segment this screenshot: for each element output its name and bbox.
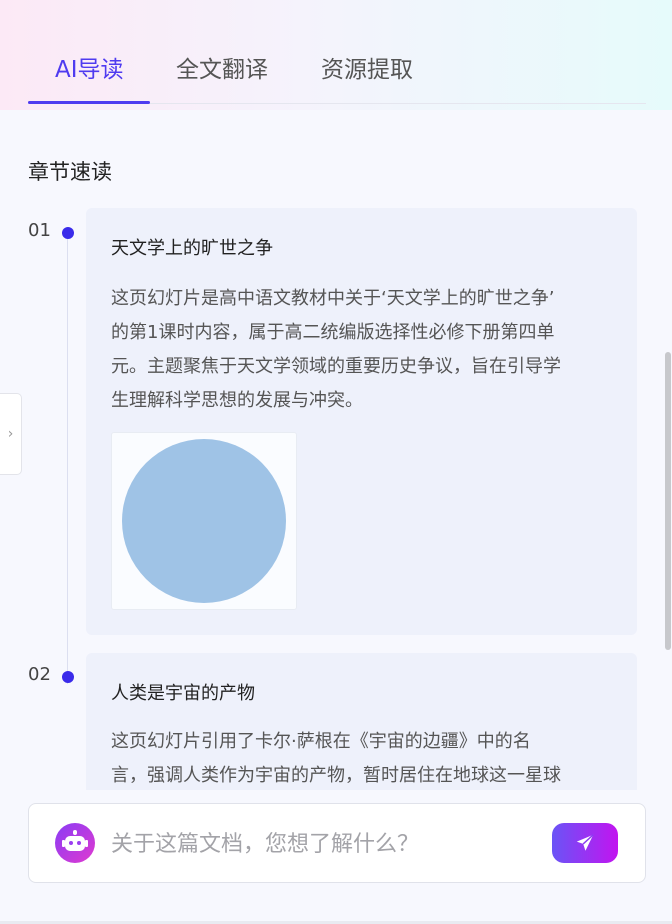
summary-line: 生理解科学思想的发展与冲突。 — [111, 390, 363, 411]
slide-thumbnail[interactable] — [111, 432, 297, 610]
tab-ai-guide[interactable]: AI导读 — [55, 50, 124, 84]
chapter-list[interactable]: 01 天文学上的旷世之争 这页幻灯片是高中语文教材中关于‘天文学上的旷世之争’ … — [0, 200, 660, 790]
chapter-number: 02 — [28, 664, 51, 685]
chat-input[interactable] — [109, 826, 533, 862]
tab-full-translation[interactable]: 全文翻译 — [176, 50, 268, 84]
summary-line: 这页幻灯片是高中语文教材中关于‘天文学上的旷世之争’ — [111, 288, 555, 309]
chevron-right-icon: › — [7, 426, 14, 442]
paper-plane-icon — [576, 834, 594, 851]
active-tab-indicator — [28, 101, 150, 104]
thumbnail-circle — [122, 439, 286, 603]
chapter-title: 天文学上的旷世之争 — [111, 238, 273, 259]
chapter-card[interactable]: 天文学上的旷世之争 这页幻灯片是高中语文教材中关于‘天文学上的旷世之争’ 的第1… — [86, 208, 637, 635]
tab-resource-extraction[interactable]: 资源提取 — [321, 50, 413, 84]
robot-icon — [55, 823, 95, 863]
send-button[interactable] — [552, 823, 618, 863]
timeline-dot — [62, 671, 74, 683]
chat-input-bar — [28, 803, 646, 883]
scrollbar-thumb[interactable] — [665, 352, 671, 650]
chapter-title: 人类是宇宙的产物 — [111, 683, 255, 704]
chapter-number: 01 — [28, 220, 51, 241]
chapter-card[interactable]: 人类是宇宙的产物 这页幻灯片引用了卡尔·萨根在《宇宙的边疆》中的名 言，强调人类… — [86, 653, 637, 790]
summary-line: 这页幻灯片引用了卡尔·萨根在《宇宙的边疆》中的名 — [111, 731, 531, 752]
summary-line: 言，强调人类作为宇宙的产物，暂时居住在地球这一星球 — [111, 765, 561, 786]
tab-bar: AI导读 全文翻译 资源提取 — [0, 0, 672, 104]
timeline-line — [67, 234, 68, 684]
side-panel-toggle[interactable]: › — [0, 393, 22, 475]
chapter-summary: 这页幻灯片是高中语文教材中关于‘天文学上的旷世之争’ 的第1课时内容，属于高二统… — [111, 282, 611, 418]
summary-line: 元。主题聚焦于天文学领域的重要历史争议，旨在引导学 — [111, 356, 561, 377]
chapter-summary: 这页幻灯片引用了卡尔·萨根在《宇宙的边疆》中的名 言，强调人类作为宇宙的产物，暂… — [111, 725, 611, 790]
summary-line: 的第1课时内容，属于高二统编版选择性必修下册第四单 — [111, 322, 555, 343]
section-title: 章节速读 — [28, 160, 112, 184]
timeline-dot — [62, 227, 74, 239]
